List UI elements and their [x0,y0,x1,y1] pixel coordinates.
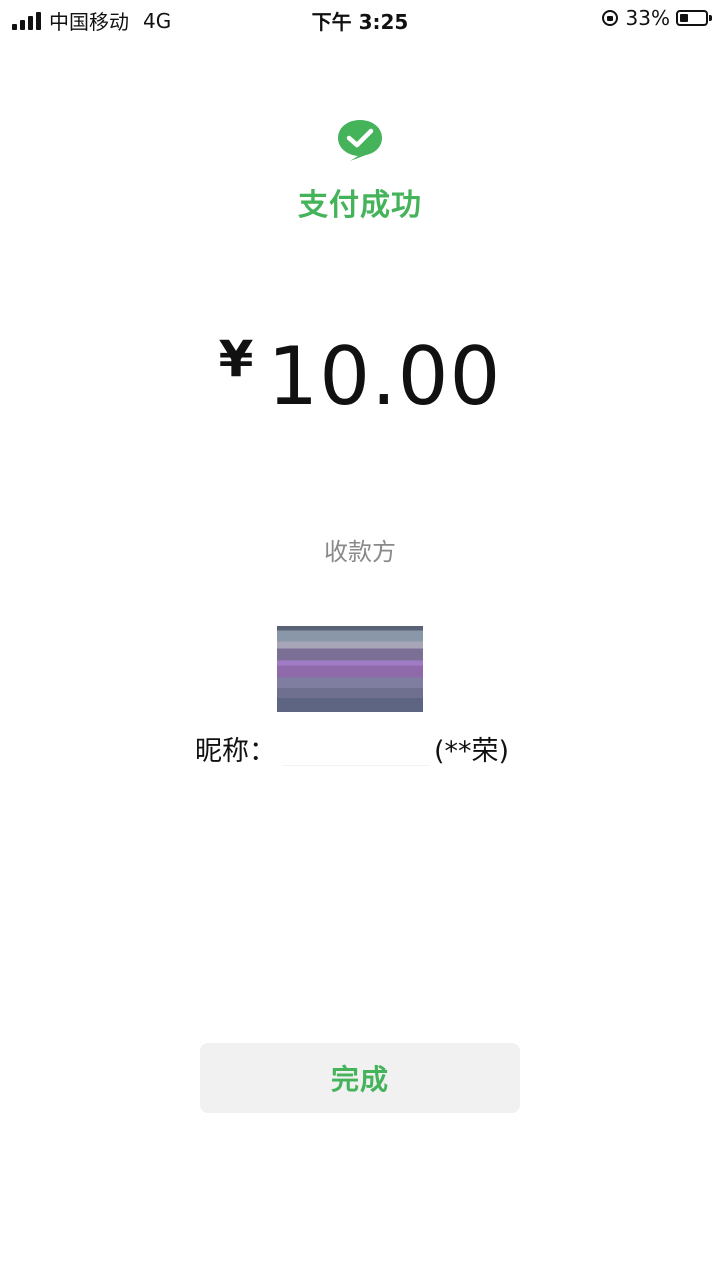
payee-avatar [277,626,423,712]
payment-amount: ¥10.00 [0,330,720,423]
currency-symbol: ¥ [218,330,254,388]
nickname-redacted [282,730,430,766]
status-bar-right: 33% [601,6,712,30]
orientation-lock-icon [601,10,618,26]
payment-success-title: 支付成功 [298,188,422,223]
amount-value: 10.00 [267,330,502,423]
payee-label: 收款方 [324,538,396,566]
battery-icon [676,10,712,26]
status-bar: 中国移动 4G 下午 3:25 33% [0,0,720,38]
battery-percent: 33% [625,6,670,30]
wechat-pay-check-icon [338,120,382,161]
nickname-prefix: 昵称： [195,735,276,767]
payee-masked-name: (**荣) [434,735,510,767]
payee-nickname: 昵称： (**荣) [195,728,509,768]
payment-success-screen: 中国移动 4G 下午 3:25 33% 支付成功 ¥10.00 收款方 昵称： … [0,0,720,1280]
done-button[interactable]: 完成 [200,1043,520,1113]
